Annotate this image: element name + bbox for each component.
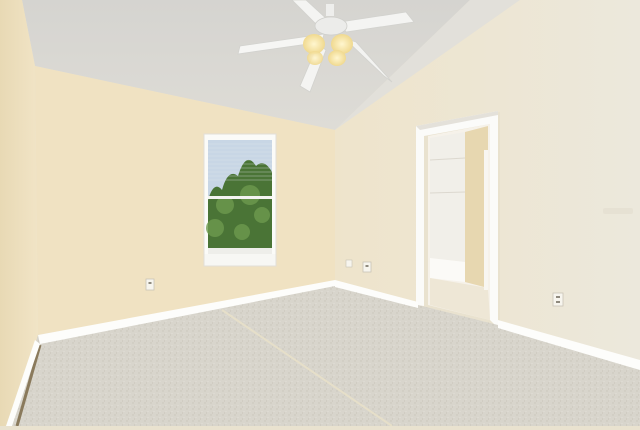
window (203, 133, 277, 267)
room-photo (0, 0, 640, 427)
room-illustration (0, 0, 640, 427)
outlet-icon (552, 292, 564, 307)
outlet-icon (145, 278, 155, 291)
doorway (416, 111, 498, 328)
wall-mark (603, 208, 633, 214)
outlet-icon (362, 261, 372, 273)
cable-jack (345, 259, 353, 268)
